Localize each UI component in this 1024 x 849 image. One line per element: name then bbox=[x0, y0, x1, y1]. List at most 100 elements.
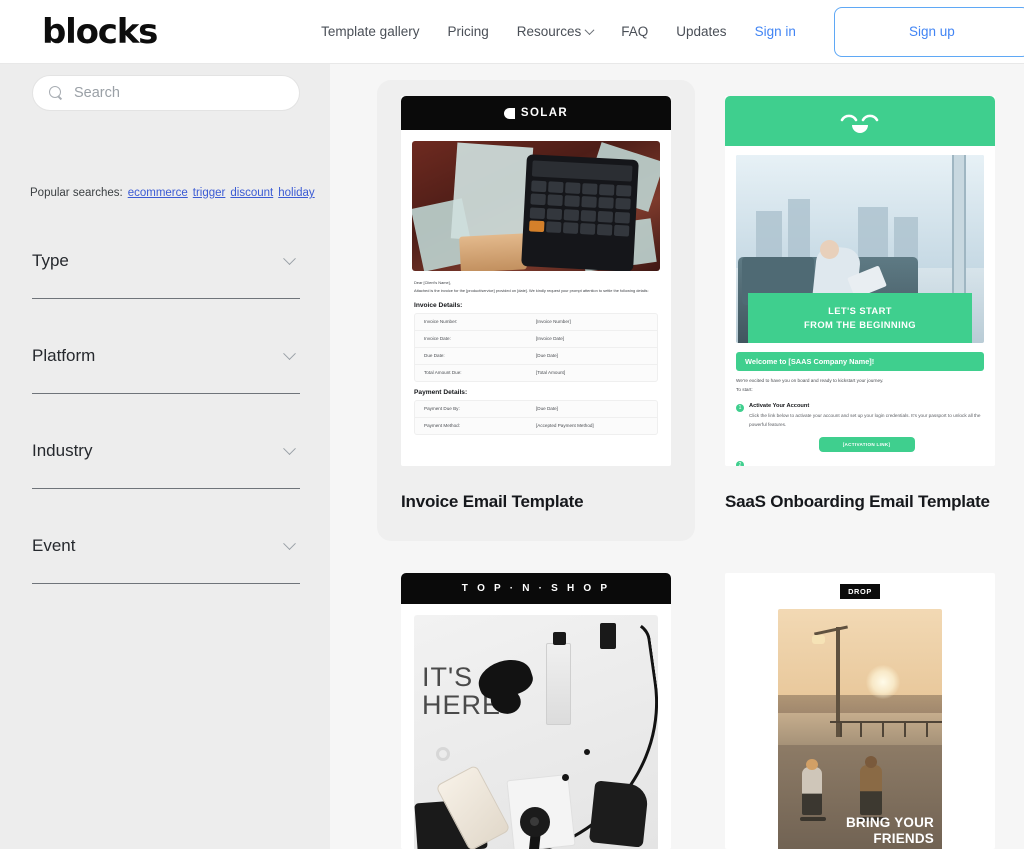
row-value: [Invoice Number] bbox=[536, 319, 571, 325]
onboarding-step-2: 2 bbox=[736, 460, 984, 466]
nav-label: Sign in bbox=[754, 24, 796, 39]
filter-toggle-event[interactable]: Event bbox=[32, 509, 300, 583]
decor-skater-one bbox=[802, 759, 822, 815]
popular-search-link-discount[interactable]: discount bbox=[230, 187, 273, 199]
hero-headline-line2: FRIENDS bbox=[873, 831, 934, 847]
popular-search-link-holiday[interactable]: holiday bbox=[278, 187, 314, 199]
decor-sun bbox=[866, 665, 900, 699]
brand-name: T O P · N · S H O P bbox=[461, 583, 611, 594]
nav-item-pricing[interactable]: Pricing bbox=[433, 18, 502, 45]
template-card-saas-onboarding[interactable]: LET'S START FROM THE BEGINNING Welcome t… bbox=[701, 80, 1019, 541]
table-row: Invoice Date: [Invoice Date] bbox=[415, 331, 657, 348]
row-key: Total Amount Due: bbox=[424, 370, 462, 376]
intro-line-2: To start: bbox=[736, 386, 753, 392]
section-heading-invoice-details: Invoice Details: bbox=[414, 301, 463, 309]
nav-item-resources[interactable]: Resources bbox=[503, 18, 608, 45]
sign-up-button[interactable]: Sign up bbox=[833, 6, 1024, 57]
decor-lamp-arm bbox=[814, 625, 848, 636]
greeting: Dear [Client's Name], bbox=[414, 280, 451, 285]
hero-photo-man-on-sofa: LET'S START FROM THE BEGINNING bbox=[736, 155, 984, 343]
chevron-down-icon bbox=[283, 251, 296, 265]
row-value: [Total Amount] bbox=[536, 370, 566, 376]
step-body: Click the link below to activate your ac… bbox=[749, 413, 981, 427]
filter-toggle-industry[interactable]: Industry bbox=[32, 414, 300, 488]
decor-person-head bbox=[820, 240, 839, 259]
popular-search-link-ecommerce[interactable]: ecommerce bbox=[128, 187, 188, 199]
activation-link-button[interactable]: [ACTIVATION LINK] bbox=[818, 437, 915, 453]
logo[interactable]: blocks bbox=[42, 15, 158, 49]
email-brand-bar bbox=[725, 96, 995, 146]
section-heading-payment-details: Payment Details: bbox=[414, 388, 468, 396]
decor-cheque bbox=[450, 142, 534, 244]
divider bbox=[32, 583, 300, 584]
decor-skyline bbox=[778, 695, 942, 713]
template-card-invoice[interactable]: SOLAR Dear [Client's Name], Attached is … bbox=[377, 80, 695, 541]
decor-railing-post bbox=[926, 721, 928, 737]
row-key: Payment Due By: bbox=[424, 406, 460, 412]
nav-item-sign-in[interactable]: Sign in bbox=[741, 18, 810, 45]
template-title: SaaS Onboarding Email Template bbox=[725, 492, 990, 511]
row-value: [Due Date] bbox=[536, 406, 558, 412]
filter-toggle-platform[interactable]: Platform bbox=[32, 319, 300, 393]
template-gallery: SOLAR Dear [Client's Name], Attached is … bbox=[330, 64, 1024, 849]
brand-name: SOLAR bbox=[520, 107, 569, 119]
decor-building bbox=[788, 199, 810, 265]
template-card-topnshop[interactable]: T O P · N · S H O P IT'S HERE bbox=[377, 557, 695, 849]
sign-up-label: Sign up bbox=[908, 24, 955, 39]
email-copy: Dear [Client's Name], Attached is the in… bbox=[412, 271, 660, 435]
popular-searches-label: Popular searches: bbox=[30, 187, 123, 199]
nav-label: Updates bbox=[676, 24, 727, 39]
filter-list: Type Platform Industry Event bbox=[32, 224, 300, 584]
template-preview-topnshop: T O P · N · S H O P IT'S HERE bbox=[401, 573, 671, 849]
hero-photo-skaters-sunset: BRING YOUR FRIENDS bbox=[778, 609, 942, 849]
filter-toggle-type[interactable]: Type bbox=[32, 224, 300, 298]
email-brand-bar: T O P · N · S H O P bbox=[401, 573, 671, 604]
nav-item-updates[interactable]: Updates bbox=[662, 18, 740, 45]
table-row: Invoice Number: [Invoice Number] bbox=[415, 314, 657, 331]
decor-railing-post bbox=[904, 721, 906, 737]
chevron-down-icon bbox=[584, 25, 595, 36]
table-row: Due Date: [Due Date] bbox=[415, 348, 657, 365]
page-body: Popular searches: ecommerce trigger disc… bbox=[0, 64, 1024, 849]
chevron-down-icon bbox=[283, 441, 296, 455]
divider bbox=[32, 393, 300, 394]
step-title: Activate Your Account bbox=[749, 403, 810, 410]
email-body: LET'S START FROM THE BEGINNING Welcome t… bbox=[725, 146, 995, 466]
decor-cosmetic-bottle bbox=[546, 632, 571, 725]
intro-paragraph: Attached is the invoice for the [product… bbox=[414, 288, 649, 294]
popular-search-link-trigger[interactable]: trigger bbox=[193, 187, 226, 199]
search-input[interactable] bbox=[74, 85, 274, 101]
search-box[interactable] bbox=[32, 75, 300, 111]
nav-label: Template gallery bbox=[321, 24, 420, 39]
decor-skateboard bbox=[800, 817, 826, 821]
payment-details-table: Payment Due By: [Due Date] Payment Metho… bbox=[414, 399, 658, 435]
nav-item-template-gallery[interactable]: Template gallery bbox=[307, 18, 433, 45]
filter-group-type: Type bbox=[32, 224, 300, 299]
decor-perfume bbox=[600, 623, 616, 649]
hero-headline-line2: FROM THE BEGINNING bbox=[804, 318, 916, 330]
filter-label: Type bbox=[32, 251, 69, 270]
template-preview-invoice: SOLAR Dear [Client's Name], Attached is … bbox=[401, 96, 671, 466]
table-row: Payment Method: [Accepted Payment Method… bbox=[415, 418, 657, 434]
filter-label: Platform bbox=[32, 346, 96, 365]
decor-ring bbox=[436, 747, 450, 761]
decor-lamp-head bbox=[812, 635, 825, 644]
hero-photo-calculator bbox=[412, 141, 660, 271]
nav-item-faq[interactable]: FAQ bbox=[607, 18, 662, 45]
template-card-drop[interactable]: DROP BRING YOUR FRIENDS bbox=[701, 557, 1019, 849]
decor-railing-post bbox=[840, 721, 842, 737]
chevron-down-icon bbox=[283, 536, 296, 550]
intro-line-1: We're excited to have you on board and r… bbox=[736, 378, 884, 383]
email-body: DROP BRING YOUR FRIENDS bbox=[725, 573, 995, 849]
decor-bead bbox=[584, 749, 590, 755]
decor-purse bbox=[588, 780, 650, 848]
decor-calculator bbox=[521, 154, 639, 271]
table-row: Payment Due By: [Due Date] bbox=[415, 401, 657, 418]
welcome-banner: Welcome to [SAAS Company Name]! bbox=[736, 352, 984, 371]
filter-label: Event bbox=[32, 536, 76, 555]
search-icon bbox=[49, 85, 64, 101]
decor-bead bbox=[562, 774, 569, 781]
email-body: IT'S HERE bbox=[401, 604, 671, 849]
